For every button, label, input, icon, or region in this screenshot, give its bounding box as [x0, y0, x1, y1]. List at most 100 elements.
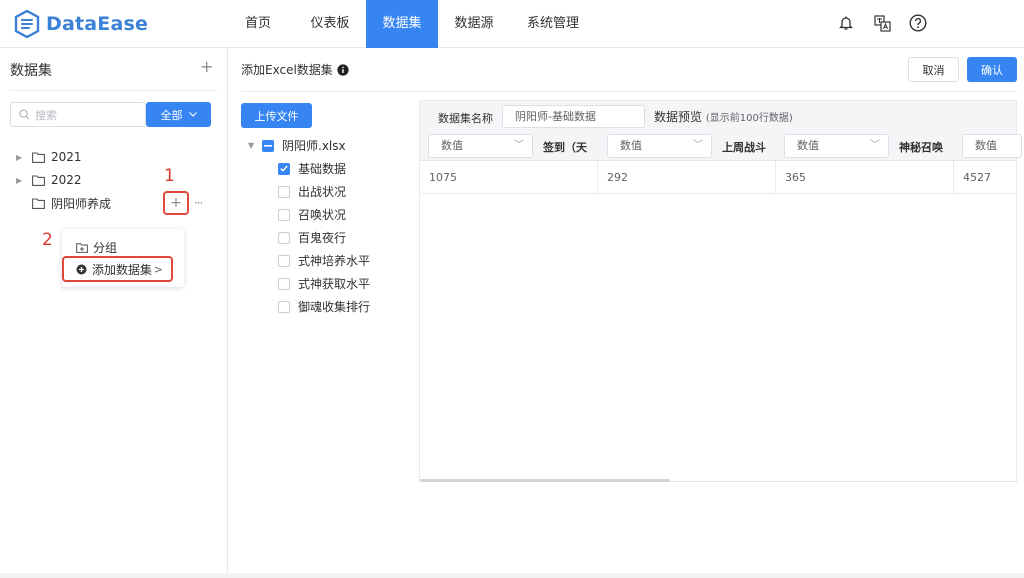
sheet-checkbox[interactable]	[278, 300, 290, 313]
chevron-down-icon: ﹀	[870, 140, 880, 151]
search-icon	[19, 109, 30, 120]
tree-label: 阴阳师养成	[51, 196, 112, 211]
nav-home[interactable]: 首页	[222, 0, 294, 48]
tree-label: 2021	[51, 150, 82, 164]
table-cell: 365	[776, 161, 954, 194]
confirm-button[interactable]: 确认	[967, 57, 1017, 82]
data-preview-panel: 数据集名称 阴阳师-基础数据 数据预览 (显示前100行数据) 数值 ﹀ 签到（…	[419, 100, 1022, 482]
more-icon[interactable]: ···	[194, 196, 204, 210]
dataset-sidebar: 数据集 + 搜索 全部 ▶ 2021 ▶ 2022 阴阳师养成	[0, 48, 228, 574]
help-icon[interactable]	[908, 13, 928, 33]
field-type-select[interactable]: 数值 ﹀	[607, 134, 712, 158]
column-header: 数值 ﹀ 签到（天	[420, 131, 598, 161]
tree-label: 2022	[51, 173, 82, 187]
main-nav: 首页 仪表板 数据集 数据源 系统管理	[222, 0, 596, 48]
dataset-name-label: 数据集名称	[438, 112, 493, 125]
page-title: 添加Excel数据集	[241, 61, 349, 78]
menu-item-label: 添加数据集	[92, 262, 153, 277]
sheet-item[interactable]: 出战状况	[278, 183, 346, 200]
folder-icon	[32, 174, 45, 186]
translate-icon[interactable]	[872, 13, 892, 33]
table-cell: 1075	[420, 161, 598, 194]
sheet-checkbox[interactable]	[278, 162, 290, 175]
annotation-1: 1	[164, 166, 175, 186]
sheet-item[interactable]: 式神获取水平	[278, 275, 370, 292]
search-input[interactable]: 搜索	[10, 102, 146, 127]
nav-dataset[interactable]: 数据集	[366, 0, 438, 48]
sheet-item[interactable]: 御魂收集排行	[278, 298, 370, 315]
sidebar-title: 数据集	[10, 63, 52, 79]
sheet-label: 式神获取水平	[298, 277, 371, 291]
annotation-2: 2	[42, 230, 53, 250]
chevron-down-icon	[188, 112, 197, 117]
upload-file-button[interactable]: 上传文件	[241, 103, 312, 128]
column-name: 签到（天	[543, 141, 587, 154]
tree-item-2021[interactable]: ▶ 2021	[16, 147, 82, 167]
filter-label: 全部	[160, 108, 183, 122]
field-type-select[interactable]: 数值 ﹀	[428, 134, 533, 158]
logo[interactable]: DataEase	[14, 9, 148, 39]
add-menu-popup: 分组 添加数据集 >	[62, 229, 184, 287]
sheet-item[interactable]: 召唤状况	[278, 206, 346, 223]
menu-item-group[interactable]: 分组	[76, 239, 117, 256]
nav-system-management[interactable]: 系统管理	[510, 0, 596, 48]
chevron-right-icon: >	[153, 262, 163, 276]
file-tree-root[interactable]: ▼ 阴阳师.xlsx	[248, 137, 346, 154]
sheet-item[interactable]: 式神培养水平	[278, 252, 370, 269]
bell-icon[interactable]	[836, 13, 856, 33]
sheet-checkbox[interactable]	[278, 231, 290, 244]
horizontal-scrollbar[interactable]	[420, 479, 670, 482]
preview-header: 数据集名称 阴阳师-基础数据 数据预览 (显示前100行数据)	[420, 101, 1016, 131]
column-header: 数值 ﹀ 上周战斗	[598, 131, 776, 161]
column-name: 神秘召唤	[899, 141, 943, 154]
filter-dropdown[interactable]: 全部	[146, 102, 211, 127]
preview-subtitle: (显示前100行数据)	[705, 113, 793, 124]
sheet-checkbox[interactable]	[278, 277, 290, 290]
sheet-checkbox[interactable]	[278, 185, 290, 198]
top-bar: DataEase 首页 仪表板 数据集 数据源 系统管理	[0, 0, 1024, 48]
table-cell: 4527	[954, 161, 1016, 194]
info-icon[interactable]	[337, 63, 349, 76]
divider	[10, 90, 218, 91]
plus-circle-icon	[76, 264, 87, 274]
sheet-label: 基础数据	[298, 162, 347, 176]
caret-down-icon[interactable]: ▼	[248, 141, 262, 150]
tree-item-2022[interactable]: ▶ 2022	[16, 170, 82, 190]
sheet-item[interactable]: 百鬼夜行	[278, 229, 346, 246]
sheet-label: 百鬼夜行	[298, 231, 347, 245]
folder-icon	[32, 151, 45, 163]
tree-item-yys[interactable]: 阴阳师养成	[16, 193, 111, 213]
sheet-checkbox[interactable]	[278, 254, 290, 267]
folder-plus-icon	[76, 242, 88, 253]
column-header: 数值 ﹀ 神秘召唤	[776, 131, 954, 161]
page-title-text: 添加Excel数据集	[241, 63, 333, 77]
sheet-checkbox[interactable]	[278, 208, 290, 221]
file-checkbox[interactable]	[262, 139, 274, 152]
caret-right-icon[interactable]: ▶	[16, 176, 26, 185]
cancel-button[interactable]: 取消	[908, 57, 959, 82]
brand-name: DataEase	[46, 13, 149, 35]
sheet-label: 御魂收集排行	[298, 300, 371, 314]
sheet-label: 式神培养水平	[298, 254, 371, 268]
add-child-button[interactable]: +	[163, 191, 189, 215]
chevron-down-icon: ﹀	[693, 140, 703, 151]
bottom-edge	[0, 573, 1024, 578]
menu-item-label: 分组	[93, 241, 118, 255]
sheet-item[interactable]: 基础数据	[278, 160, 346, 177]
caret-right-icon[interactable]: ▶	[16, 153, 26, 162]
top-icons	[836, 13, 928, 33]
sheet-label: 召唤状况	[298, 208, 347, 222]
file-name: 阴阳师.xlsx	[282, 139, 346, 153]
preview-title: 数据预览 (显示前100行数据)	[654, 110, 793, 124]
nav-dashboard[interactable]: 仪表板	[294, 0, 366, 48]
field-type-select[interactable]: 数值 ﹀	[784, 134, 889, 158]
folder-icon	[32, 197, 45, 209]
search-placeholder: 搜索	[35, 108, 57, 122]
add-icon[interactable]: +	[200, 59, 213, 75]
nav-datasource[interactable]: 数据源	[438, 0, 510, 48]
chevron-down-icon: ﹀	[514, 140, 524, 151]
table-cell: 292	[598, 161, 776, 194]
menu-item-add-dataset[interactable]: 添加数据集 >	[62, 256, 173, 282]
field-type-select[interactable]: 数值	[962, 134, 1022, 158]
dataset-name-input[interactable]: 阴阳师-基础数据	[502, 105, 645, 128]
